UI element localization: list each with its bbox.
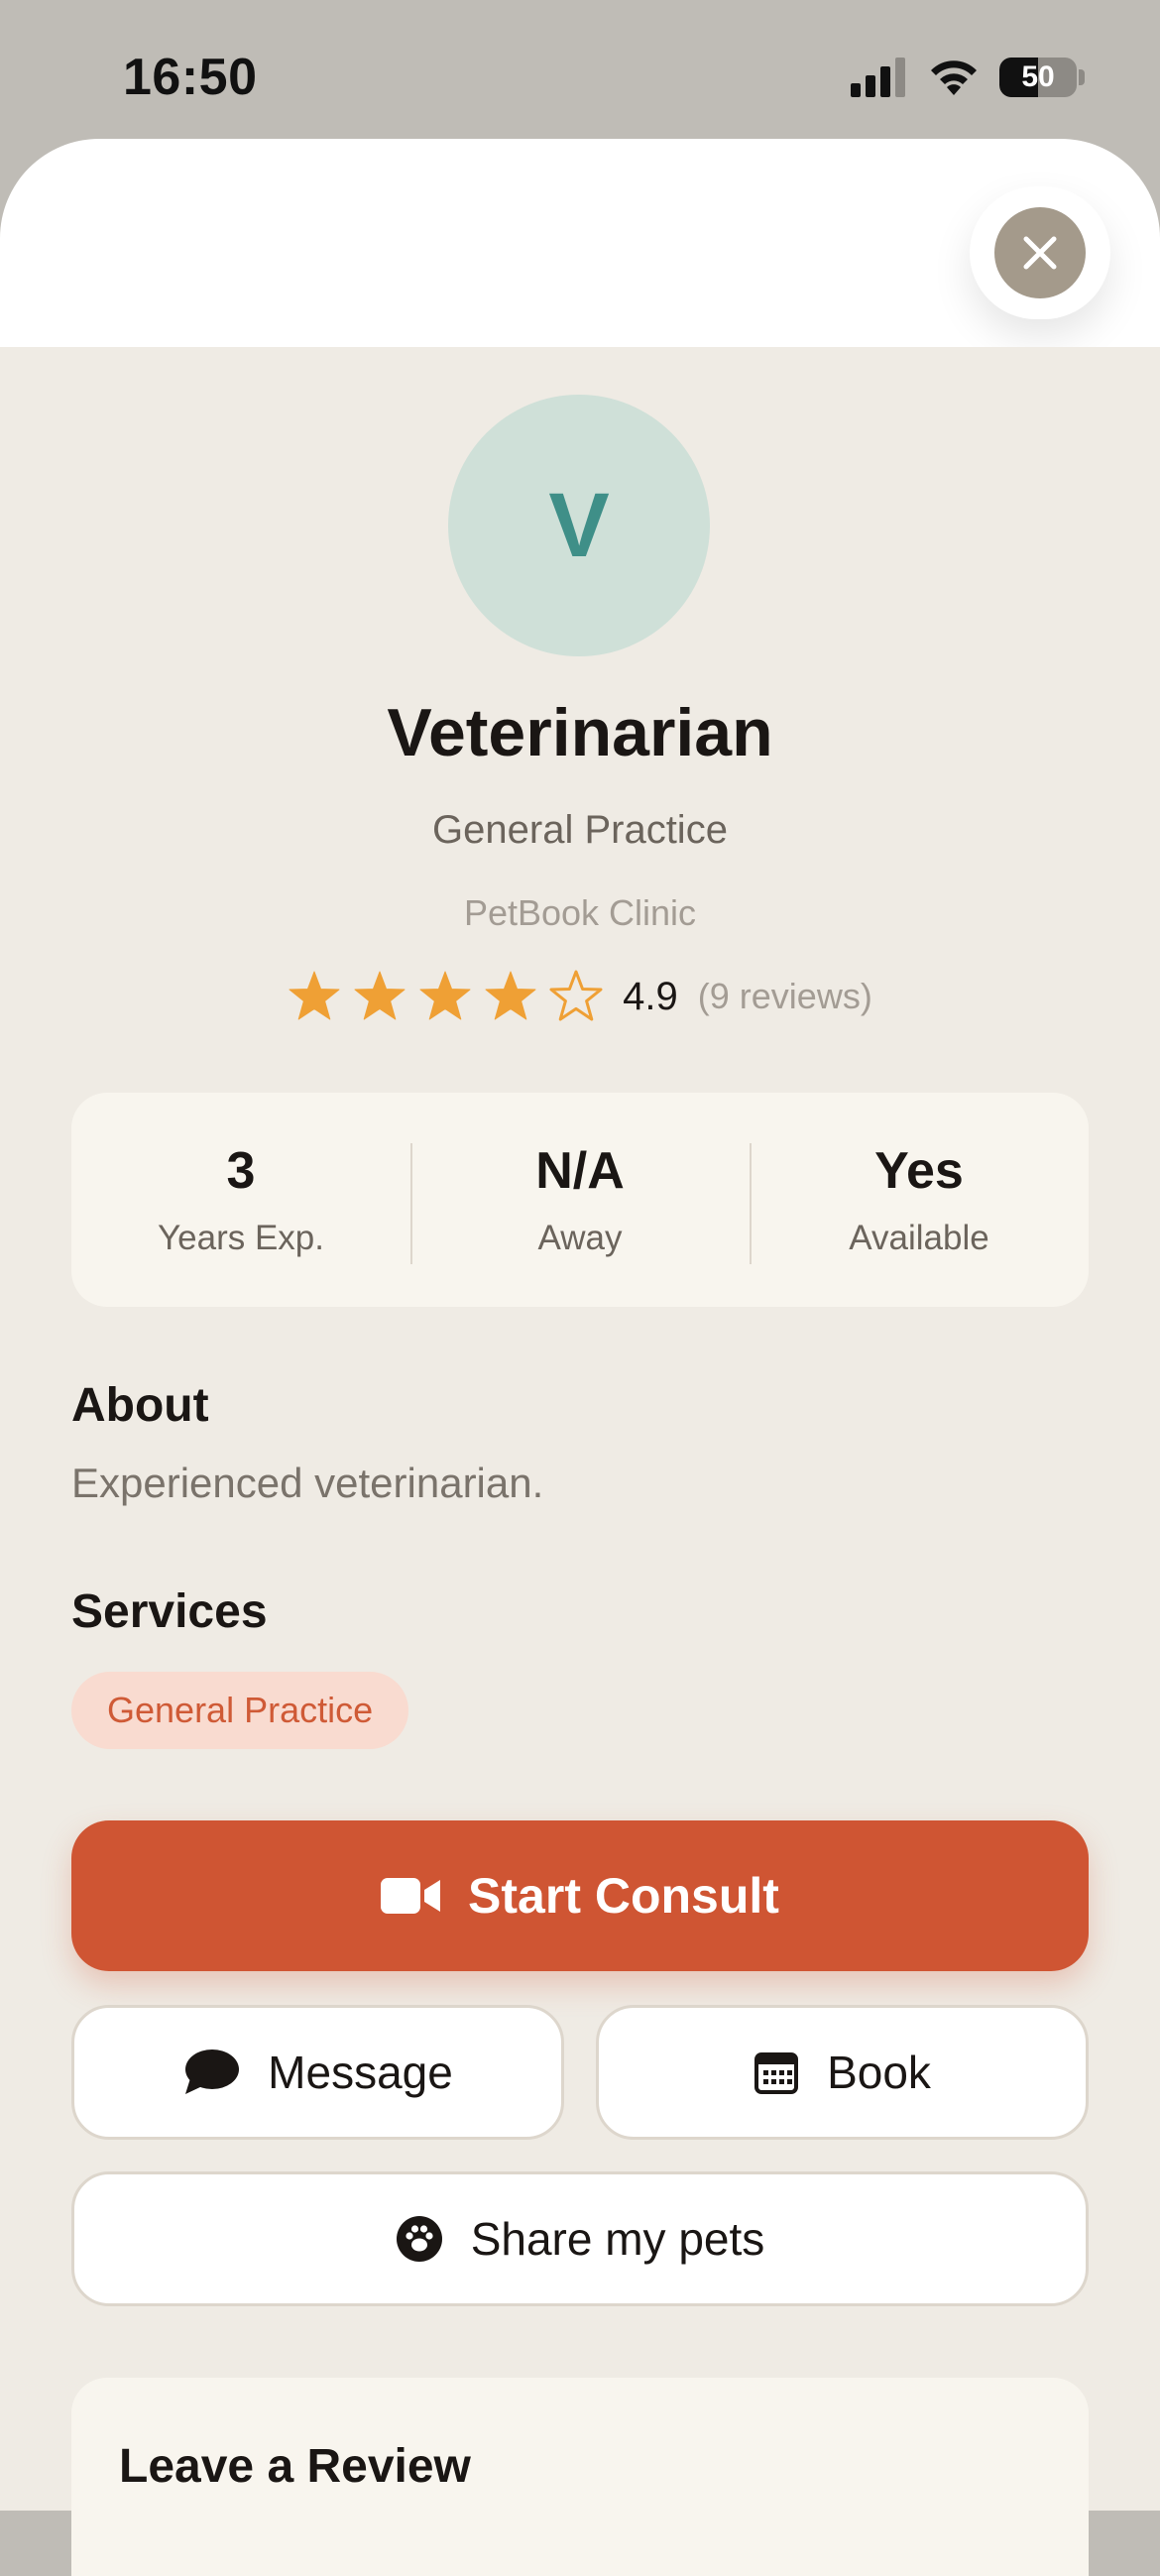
video-camera-icon	[381, 1878, 441, 1914]
wifi-icon	[931, 60, 977, 95]
calendar-icon	[754, 2052, 799, 2094]
leave-review-title: Leave a Review	[119, 2440, 471, 2493]
stat-label: Away	[537, 1219, 623, 1257]
star-filled-icon	[419, 971, 471, 1020]
status-icons: 50	[851, 56, 1085, 99]
stat-value: N/A	[535, 1142, 625, 1200]
close-button[interactable]	[970, 186, 1110, 319]
rating-row: 4.9 (9 reviews)	[0, 970, 1160, 1023]
message-button[interactable]: Message	[71, 2005, 564, 2140]
about-text: Experienced veterinarian.	[71, 1460, 544, 1506]
services-title: Services	[71, 1585, 268, 1638]
stat-label: Available	[849, 1219, 989, 1257]
service-chip: General Practice	[71, 1672, 409, 1749]
avatar-initial: V	[548, 474, 610, 576]
battery-icon: 50	[999, 58, 1077, 97]
status-bar: 16:50 50	[0, 0, 1160, 149]
about-title: About	[71, 1379, 209, 1432]
stat-label: Years Exp.	[158, 1219, 324, 1257]
rating-value: 4.9	[623, 974, 678, 1018]
stat-value: 3	[226, 1142, 256, 1200]
start-consult-button[interactable]: Start Consult	[71, 1820, 1089, 1971]
rating-count: (9 reviews)	[697, 976, 872, 1016]
stat-value: Yes	[874, 1142, 964, 1200]
book-button[interactable]: Book	[596, 2005, 1089, 2140]
stat-available: Yes Available	[750, 1141, 1089, 1264]
share-pets-button[interactable]: Share my pets	[71, 2171, 1089, 2306]
star-filled-icon	[485, 971, 536, 1020]
battery-tip	[1079, 69, 1085, 85]
status-time: 16:50	[123, 49, 258, 106]
vet-specialty: General Practice	[432, 808, 728, 852]
vet-name: Veterinarian	[387, 695, 773, 770]
start-consult-label: Start Consult	[468, 1868, 779, 1924]
stat-away: N/A Away	[410, 1141, 750, 1264]
leave-review-card: Leave a Review	[71, 2378, 1089, 2576]
cellular-signal-icon	[851, 58, 905, 97]
star-outline-icon	[549, 970, 603, 1021]
vet-profile-content: V Veterinarian General Practice PetBook …	[0, 347, 1160, 2576]
rating-stars	[288, 970, 603, 1023]
vet-clinic: PetBook Clinic	[463, 892, 697, 933]
stat-years-experience: 3 Years Exp.	[71, 1141, 410, 1258]
close-icon	[994, 207, 1086, 298]
message-label: Message	[268, 2047, 453, 2098]
stats-card: 3 Years Exp. N/A Away Yes Available	[71, 1093, 1089, 1307]
star-filled-icon	[289, 971, 340, 1020]
paw-icon	[396, 2216, 442, 2262]
avatar: V	[448, 395, 710, 656]
battery-level: 50	[1021, 60, 1055, 93]
star-filled-icon	[354, 971, 406, 1020]
book-label: Book	[827, 2047, 931, 2098]
share-pets-label: Share my pets	[470, 2213, 765, 2265]
chat-bubble-icon	[185, 2049, 240, 2094]
